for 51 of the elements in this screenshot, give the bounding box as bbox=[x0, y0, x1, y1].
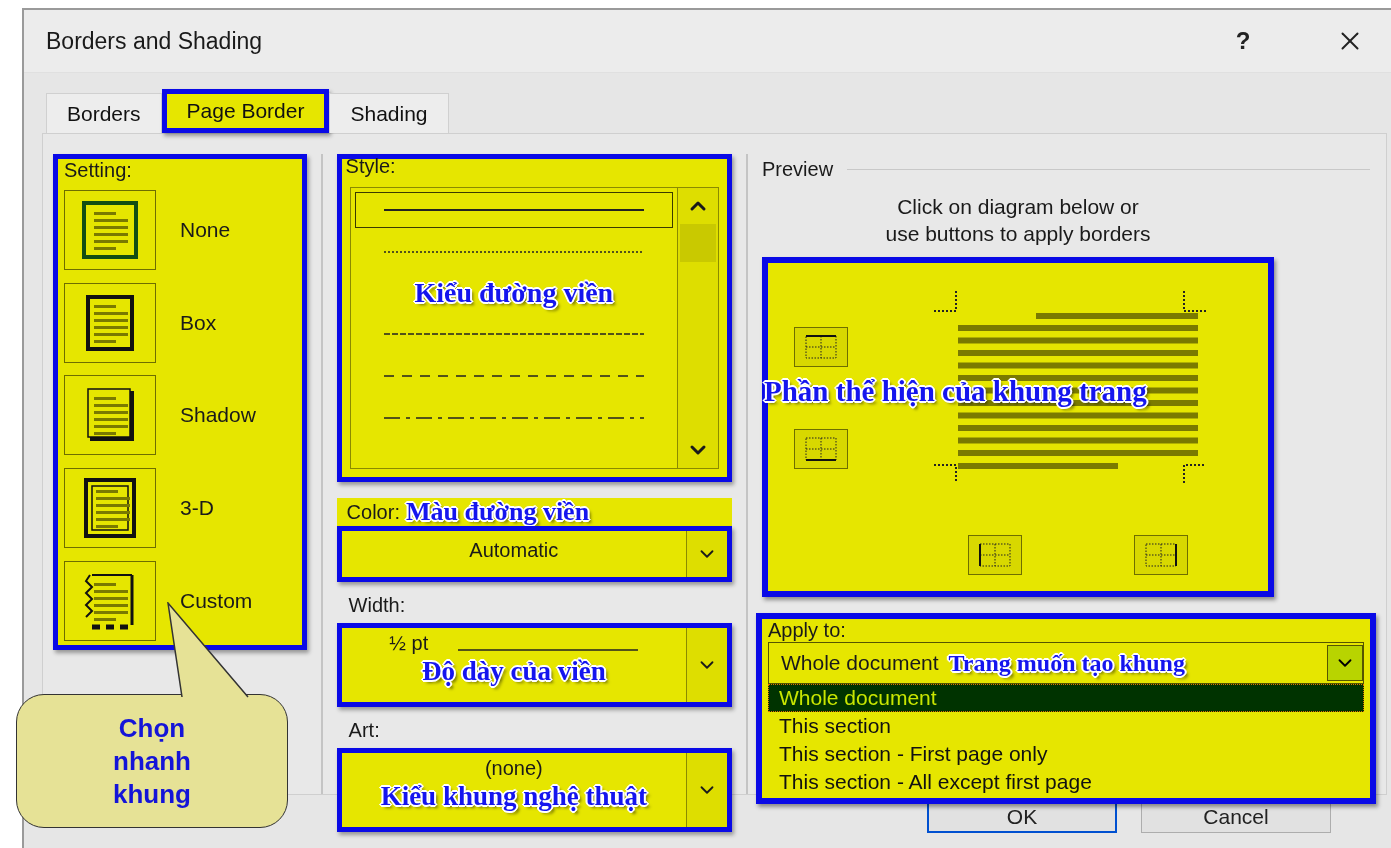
top-border-button[interactable] bbox=[794, 327, 848, 367]
help-button[interactable]: ? bbox=[1223, 27, 1263, 55]
width-label: Width: bbox=[348, 594, 407, 617]
dropdown-value: Automatic bbox=[468, 538, 560, 563]
border-edge-icon bbox=[804, 334, 838, 360]
color-dropdown[interactable]: Automatic bbox=[336, 526, 732, 582]
dropdown-option[interactable]: This section - All except first page bbox=[768, 768, 1364, 796]
setting-option-label[interactable]: Box bbox=[180, 310, 217, 335]
setting-option-button[interactable] bbox=[64, 282, 156, 363]
setting-option-label[interactable]: 3-D bbox=[180, 496, 214, 521]
preview-hint: Click on diagram below or use buttons to apply borders bbox=[884, 194, 1152, 247]
setting-option-button[interactable] bbox=[64, 560, 156, 641]
window-title: Borders and Shading bbox=[46, 27, 264, 55]
annotation-label: Trang muốn tạo khung bbox=[948, 649, 1185, 677]
tab[interactable]: Borders bbox=[46, 93, 162, 133]
dropdown-option[interactable]: Whole document bbox=[768, 684, 1364, 712]
dropdown-value: (none) bbox=[484, 756, 543, 780]
scrollbar[interactable] bbox=[677, 187, 719, 469]
color-label: Color: bbox=[346, 500, 400, 524]
style-option[interactable] bbox=[354, 192, 673, 228]
annotation-label: Độ dày của viền bbox=[421, 656, 606, 687]
art-label: Art: bbox=[348, 719, 381, 742]
dropdown-option[interactable]: This section - First page only bbox=[768, 740, 1364, 768]
setting-option-button[interactable] bbox=[64, 190, 156, 271]
dropdown-option[interactable]: This section bbox=[768, 712, 1364, 740]
annotation-label: Kiểu đường viền bbox=[414, 277, 614, 309]
setting-option-label[interactable]: None bbox=[180, 218, 231, 243]
dropdown-value: Whole document bbox=[781, 651, 939, 675]
width-dropdown[interactable]: ½ pt Độ dày của viền bbox=[336, 623, 732, 707]
border-edge-icon bbox=[1144, 542, 1178, 568]
left-border-button[interactable] bbox=[968, 535, 1022, 575]
setting-option-label[interactable]: Custom bbox=[180, 588, 253, 613]
setting-label: Setting: bbox=[64, 159, 133, 182]
right-border-button[interactable] bbox=[1134, 535, 1188, 575]
art-dropdown[interactable]: (none) Kiểu khung nghệ thuật bbox=[336, 748, 732, 832]
dropdown-arrow-button[interactable] bbox=[1327, 645, 1363, 681]
apply-to-label: Apply to: bbox=[768, 619, 846, 641]
annotation-label: Kiểu khung nghệ thuật bbox=[380, 781, 647, 812]
annotation-label: Màu đường viền bbox=[405, 497, 590, 527]
bottom-border-button[interactable] bbox=[794, 429, 848, 469]
setting-option-label[interactable]: Shadow bbox=[180, 403, 256, 428]
border-edge-icon bbox=[804, 436, 838, 462]
tab[interactable]: Shading bbox=[329, 93, 449, 133]
apply-to-dropdown[interactable]: Whole document Trang muốn tạo khung bbox=[768, 642, 1364, 684]
border-edge-icon bbox=[978, 542, 1012, 568]
dropdown-value: ½ pt bbox=[389, 631, 429, 655]
style-label: Style: bbox=[345, 155, 396, 177]
setting-option-button[interactable] bbox=[64, 375, 156, 456]
preview-legend: Preview bbox=[762, 158, 834, 181]
setting-option-button[interactable] bbox=[64, 468, 156, 549]
tab[interactable]: Page Border bbox=[161, 89, 330, 133]
